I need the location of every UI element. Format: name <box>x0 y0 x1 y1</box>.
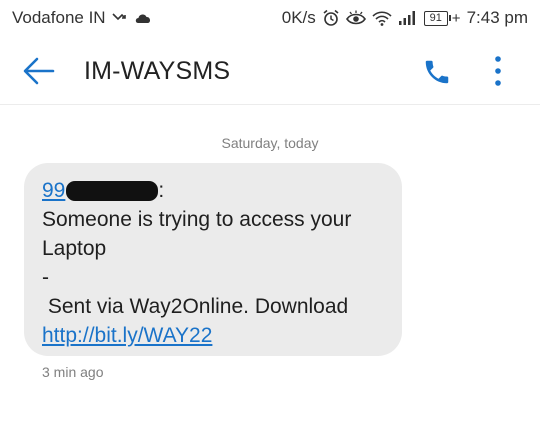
status-bar: Vodafone IN 0K/s 91 + 7:43 pm <box>0 0 540 38</box>
message-timestamp: 3 min ago <box>42 364 104 380</box>
wifi-icon <box>372 10 392 26</box>
back-button[interactable] <box>22 55 56 87</box>
alarm-icon <box>322 9 340 27</box>
call-button[interactable] <box>422 57 452 87</box>
conversation-title: IM-WAYSMS <box>84 57 231 85</box>
data-speed: 0K/s <box>281 8 316 27</box>
message-line-3: - <box>42 266 49 289</box>
sender-number-prefix: 99 <box>42 179 66 202</box>
charging-indicator: + <box>451 9 461 27</box>
app-bar-divider <box>0 104 540 105</box>
status-left: Vodafone IN <box>12 8 152 28</box>
eye-comfort-icon <box>345 10 366 26</box>
more-vertical-icon <box>495 56 501 86</box>
battery-level: 91 <box>423 10 448 26</box>
sender-line: 99 : <box>42 176 402 205</box>
redacted-number <box>66 180 159 201</box>
message-line-1: Someone is trying to access your <box>42 208 352 231</box>
phone-icon <box>425 60 449 84</box>
message-line-4: Sent via Way2Online. Download <box>42 295 349 318</box>
date-header: Saturday, today <box>221 135 319 151</box>
message-url-link[interactable]: http://bit.ly/WAY22 <box>42 324 212 347</box>
battery-icon: 91 + <box>423 9 461 27</box>
carrier-name: Vodafone IN <box>12 8 106 27</box>
message-bubble[interactable]: 99 : Someone is trying to access your La… <box>24 163 402 356</box>
status-right: 0K/s 91 + 7:43 pm <box>282 8 528 28</box>
sms-conversation-screen: Vodafone IN 0K/s 91 + 7:43 pm IM-WAYSMS … <box>0 0 540 429</box>
missed-call-icon <box>112 11 128 25</box>
clock: 7:43 pm <box>466 8 528 27</box>
sender-number-link[interactable]: 99 <box>42 176 159 205</box>
cloud-icon <box>134 12 152 24</box>
more-options-button[interactable] <box>486 54 510 88</box>
battery-tip <box>448 15 451 21</box>
arrow-back-icon <box>23 57 55 85</box>
signal-icon <box>398 10 418 26</box>
app-bar: IM-WAYSMS <box>0 38 540 104</box>
message-line-2: Laptop <box>42 237 107 260</box>
sender-number-suffix: : <box>158 179 165 202</box>
